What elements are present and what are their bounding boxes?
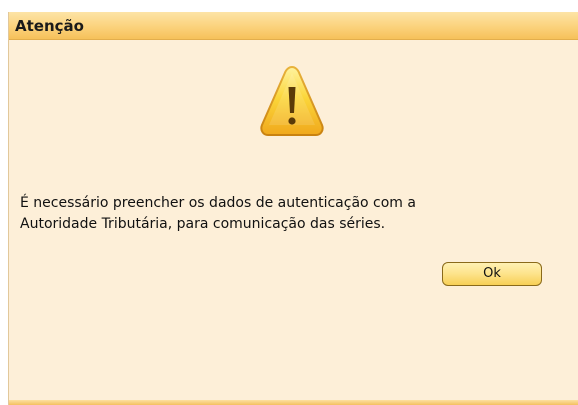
dialog-bottom-border (9, 400, 578, 405)
warning-icon (260, 65, 324, 136)
alert-dialog: Atenção É necessário preencher os dados … (8, 12, 578, 405)
dialog-titlebar[interactable]: Atenção (9, 12, 578, 40)
message-line-2: Autoridade Tributária, para comunicação … (20, 216, 386, 232)
dialog-message: É necessário preencher os dados de auten… (20, 193, 575, 235)
message-line-1: É necessário preencher os dados de auten… (20, 195, 416, 211)
ok-button[interactable]: Ok (442, 262, 542, 286)
dialog-title: Atenção (15, 17, 84, 35)
